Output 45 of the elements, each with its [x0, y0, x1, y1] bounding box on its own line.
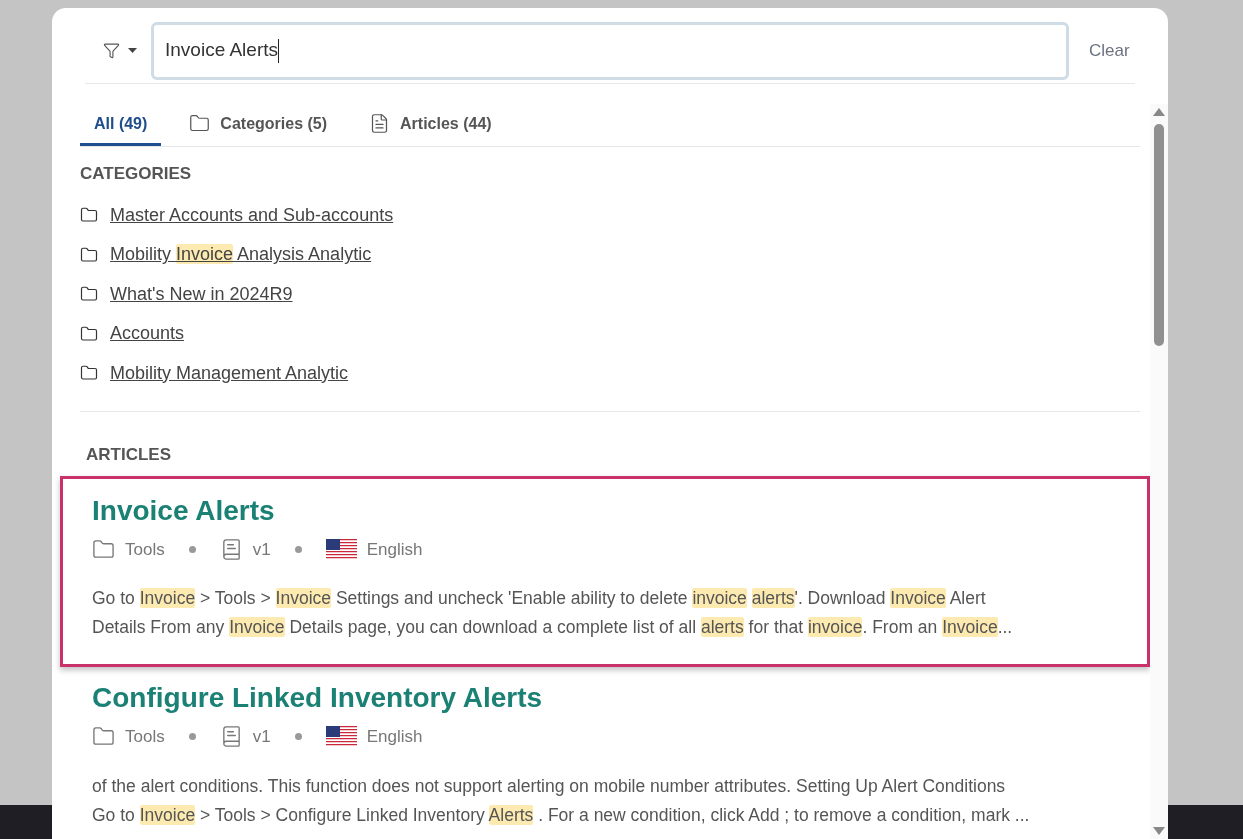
category-link[interactable]: What's New in 2024R9: [110, 280, 293, 308]
version-label: v1: [252, 538, 271, 561]
scroll-down-icon: [1153, 827, 1165, 835]
section-heading: CATEGORIES: [80, 163, 193, 185]
folder-icon: [80, 324, 98, 343]
dot-separator: [294, 545, 302, 553]
article-title[interactable]: Invoice Alerts: [92, 492, 1147, 529]
folder-icon: [92, 537, 115, 561]
scroll-up-icon: [1153, 108, 1165, 116]
clear-button[interactable]: Clear: [1089, 37, 1130, 64]
article-snippet-line: Go to Invoice > Tools > Configure Linked Inventory Alerts . For a new condition, click Add ; to remove a condition, mark ...: [92, 803, 1030, 827]
folder-icon: [189, 113, 211, 134]
tab[interactable]: All (49): [80, 104, 162, 146]
dot-separator: [294, 733, 302, 741]
folder-icon: [80, 364, 98, 383]
article-snippet-line: Details From any Invoice Details page, you can download a complete list of all alerts for that invoice. From an Invoice...: [92, 616, 1013, 639]
folder-icon: [80, 285, 98, 304]
tab[interactable]: Categories (5): [175, 104, 342, 146]
category-label: Tools: [125, 538, 165, 561]
category-link[interactable]: Mobility Invoice Analysis Analytic: [110, 241, 372, 269]
category-link[interactable]: Accounts: [110, 320, 185, 348]
filter-button[interactable]: [103, 42, 137, 59]
category-link[interactable]: Mobility Management Analytic: [110, 359, 349, 387]
scrollbar[interactable]: [1150, 104, 1168, 839]
language-label: English: [366, 538, 423, 561]
dot-separator: [188, 733, 196, 741]
us-flag-icon: [325, 538, 357, 560]
us-flag-icon: [325, 726, 357, 748]
search-field[interactable]: Invoice Alerts: [151, 21, 1069, 80]
filter-icon: [103, 42, 120, 59]
folder-icon: [80, 206, 98, 225]
article-title[interactable]: Configure Linked Inventory Alerts: [92, 680, 1147, 716]
caret-icon: [128, 47, 137, 54]
scrollbar-thumb[interactable]: [1154, 124, 1164, 346]
article-snippet-line: of the alert conditions. This function does not support alerting on mobile number attributes. Setting Up Alert Conditions: [92, 774, 1006, 798]
category-label: Tools: [125, 726, 165, 748]
article-snippet-line: Go to Invoice > Tools > Invoice Settings and uncheck 'Enable ability to delete invoice alerts'. Download Invoice Alert: [92, 587, 986, 610]
version-label: v1: [252, 726, 271, 748]
tab[interactable]: Articles (44): [355, 104, 506, 146]
dot-separator: [188, 545, 196, 553]
category-link[interactable]: Master Accounts and Sub-accounts: [110, 201, 394, 229]
section-heading: ARTICLES: [86, 444, 172, 466]
language-label: English: [366, 726, 423, 748]
folder-icon: [80, 245, 98, 264]
article-result[interactable]: [60, 475, 1150, 667]
